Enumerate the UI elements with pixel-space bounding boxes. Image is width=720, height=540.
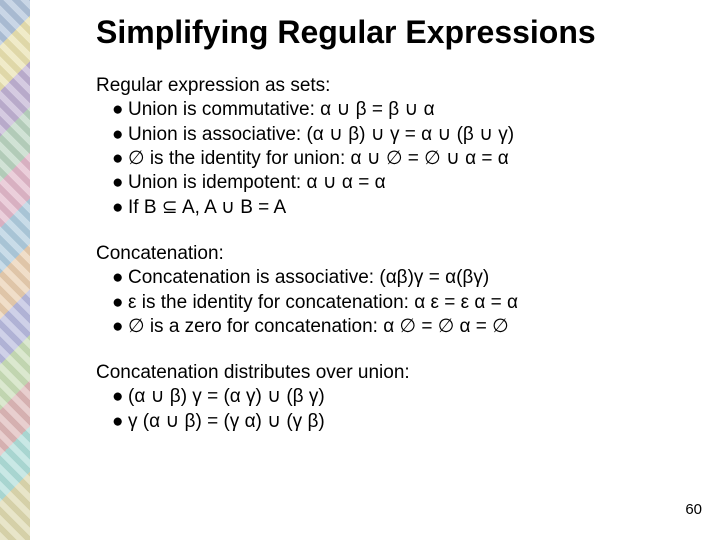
- page-number: 60: [685, 501, 702, 518]
- bullet-text: Union is commutative: α ∪ β = β ∪ α: [128, 98, 692, 122]
- bullet-text: (α ∪ β) γ = (α γ) ∪ (β γ): [128, 385, 692, 409]
- list-item: ● Union is commutative: α ∪ β = β ∪ α: [112, 98, 692, 122]
- bullet-text: If B ⊆ A, A ∪ B = A: [128, 196, 692, 220]
- bullet-icon: ●: [112, 291, 128, 315]
- section-heading: Concatenation:: [96, 242, 692, 266]
- bullet-icon: ●: [112, 315, 128, 339]
- list-item: ● γ (α ∪ β) = (γ α) ∪ (γ β): [112, 410, 692, 434]
- bullet-icon: ●: [112, 266, 128, 290]
- bullet-text: Union is associative: (α ∪ β) ∪ γ = α ∪ …: [128, 123, 692, 147]
- bullet-icon: ●: [112, 123, 128, 147]
- bullet-text: Union is idempotent: α ∪ α = α: [128, 171, 692, 195]
- slide-body: Regular expression as sets: ● Union is c…: [96, 74, 692, 434]
- list-item: ● If B ⊆ A, A ∪ B = A: [112, 196, 692, 220]
- bullet-text: ε is the identity for concatenation: α ε…: [128, 291, 692, 315]
- list-item: ● Union is associative: (α ∪ β) ∪ γ = α …: [112, 123, 692, 147]
- bullet-text: ∅ is the identity for union: α ∪ ∅ = ∅ ∪…: [128, 147, 692, 171]
- slide-title: Simplifying Regular Expressions: [96, 14, 596, 51]
- section-heading: Regular expression as sets:: [96, 74, 692, 98]
- bullet-text: γ (α ∪ β) = (γ α) ∪ (γ β): [128, 410, 692, 434]
- bullet-text: Concatenation is associative: (αβ)γ = α(…: [128, 266, 692, 290]
- bullet-icon: ●: [112, 196, 128, 220]
- list-item: ● (α ∪ β) γ = (α γ) ∪ (β γ): [112, 385, 692, 409]
- list-item: ● ε is the identity for concatenation: α…: [112, 291, 692, 315]
- list-item: ● ∅ is a zero for concatenation: α ∅ = ∅…: [112, 315, 692, 339]
- section-heading: Concatenation distributes over union:: [96, 361, 692, 385]
- list-item: ● Union is idempotent: α ∪ α = α: [112, 171, 692, 195]
- bullet-icon: ●: [112, 385, 128, 409]
- bullet-icon: ●: [112, 147, 128, 171]
- list-item: ● Concatenation is associative: (αβ)γ = …: [112, 266, 692, 290]
- list-item: ● ∅ is the identity for union: α ∪ ∅ = ∅…: [112, 147, 692, 171]
- bullet-text: ∅ is a zero for concatenation: α ∅ = ∅ α…: [128, 315, 692, 339]
- slide: Simplifying Regular Expressions Regular …: [0, 0, 720, 540]
- bullet-icon: ●: [112, 410, 128, 434]
- bullet-icon: ●: [112, 171, 128, 195]
- bullet-icon: ●: [112, 98, 128, 122]
